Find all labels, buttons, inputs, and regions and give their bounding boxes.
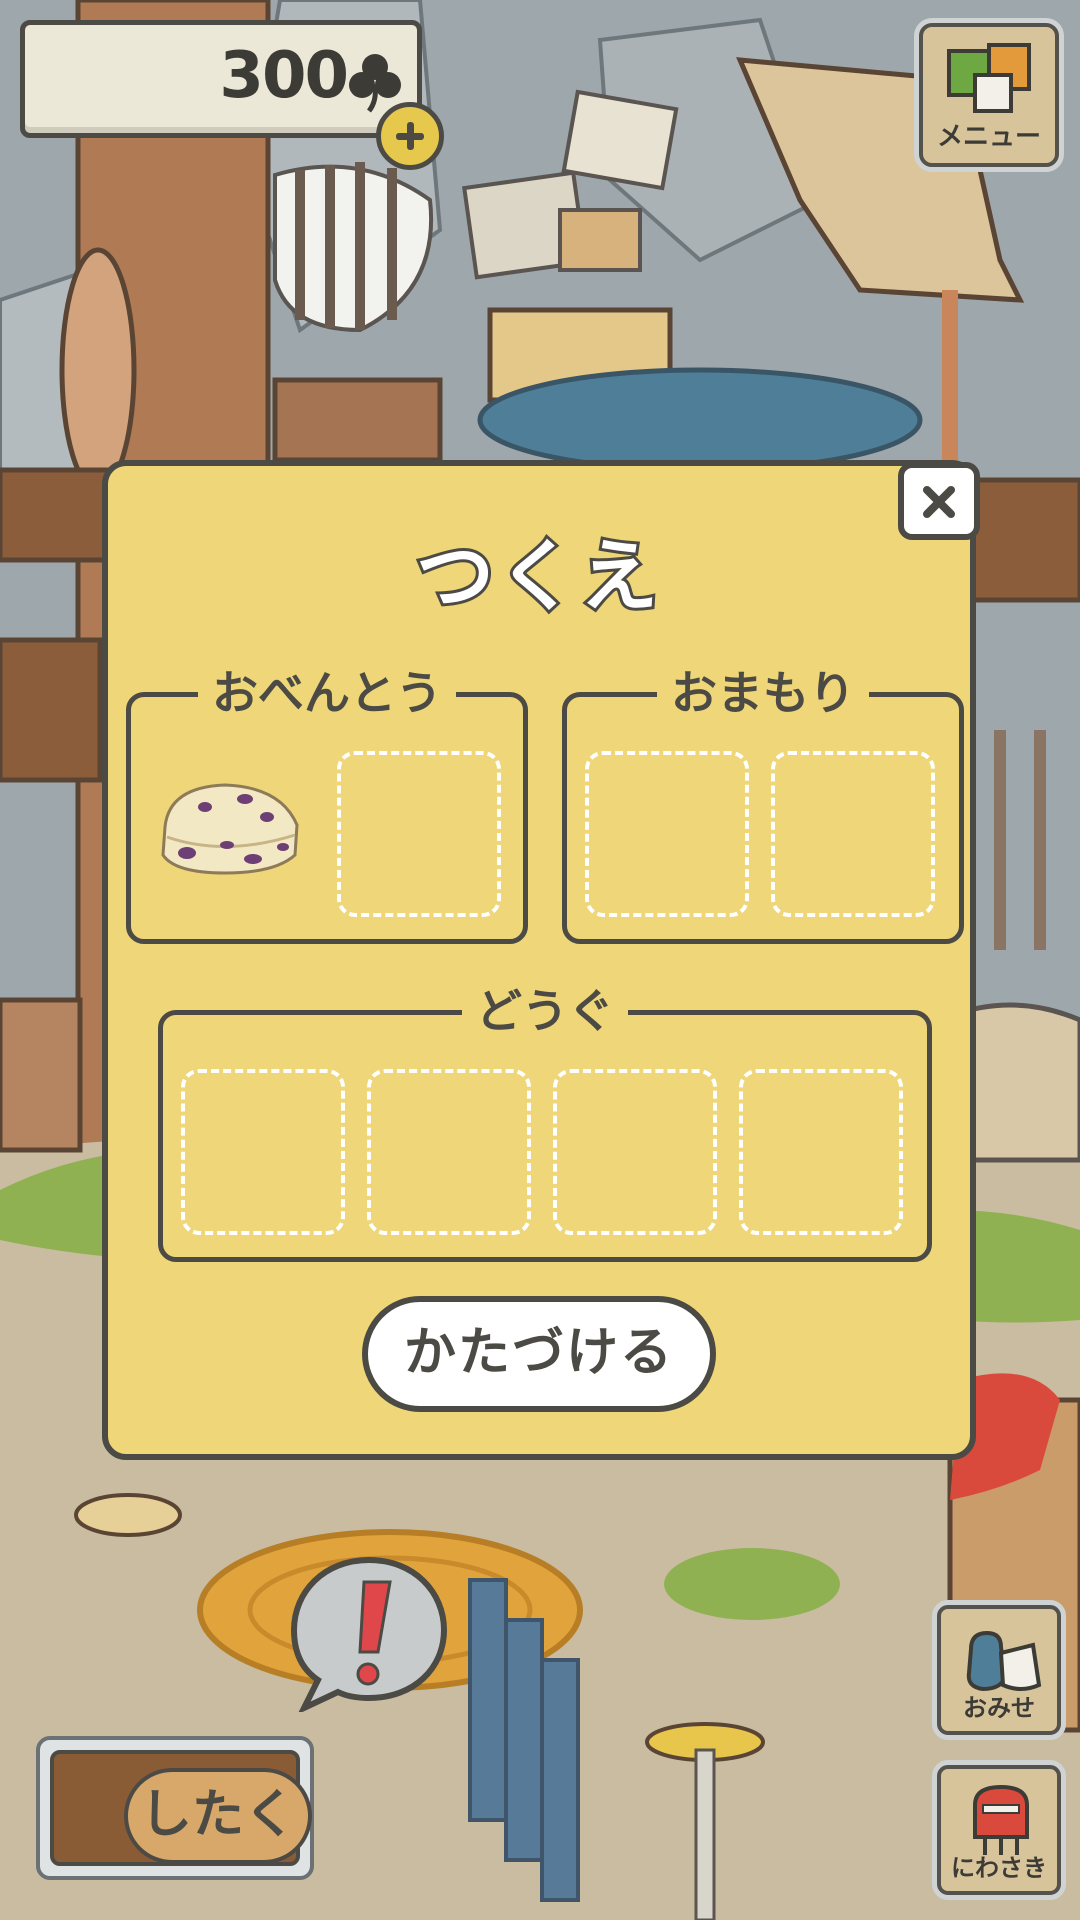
shop-icon	[966, 1630, 1042, 1692]
clover-count: 300	[219, 39, 349, 113]
garden-button[interactable]: にわさき	[932, 1760, 1066, 1900]
tool-slot-1[interactable]	[181, 1069, 345, 1235]
bento-slot-1[interactable]	[155, 777, 305, 877]
garden-label: にわさき	[951, 1854, 1047, 1882]
shop-label: おみせ	[963, 1694, 1035, 1722]
charm-slot-1[interactable]	[585, 751, 749, 917]
bento-section-label: おべんとう	[198, 665, 456, 721]
tidy-up-button[interactable]: かたづける	[362, 1296, 716, 1412]
tools-section-label: どうぐ	[462, 983, 628, 1039]
prepare-log: したく	[50, 1750, 312, 1866]
exclamation-icon	[290, 1556, 448, 1715]
tool-slot-4[interactable]	[739, 1069, 903, 1235]
dialog-title: つくえ	[413, 529, 662, 625]
clover-counter: 300	[20, 20, 422, 138]
charm-section: おまもり	[562, 665, 964, 944]
clover-icon	[349, 54, 401, 113]
close-button[interactable]	[898, 462, 980, 540]
menu-button[interactable]: メニュー	[914, 18, 1064, 172]
menu-icon	[947, 43, 1031, 113]
charm-slot-2[interactable]	[771, 751, 935, 917]
scone-icon	[161, 783, 299, 875]
prepare-button[interactable]: したく	[36, 1736, 314, 1880]
bento-slot-2[interactable]	[337, 751, 501, 917]
mailbox-icon	[973, 1784, 1029, 1855]
tool-slot-2[interactable]	[367, 1069, 531, 1235]
menu-label: メニュー	[936, 122, 1041, 152]
shop-button[interactable]: おみせ	[932, 1600, 1066, 1740]
tool-slot-3[interactable]	[553, 1069, 717, 1235]
notification-bubble[interactable]	[286, 1552, 452, 1715]
bento-section: おべんとう	[126, 665, 528, 944]
charm-section-label: おまもり	[657, 665, 869, 721]
prepare-label: したく	[124, 1768, 312, 1864]
add-clover-button[interactable]	[376, 102, 444, 170]
tools-section: どうぐ	[158, 983, 932, 1262]
